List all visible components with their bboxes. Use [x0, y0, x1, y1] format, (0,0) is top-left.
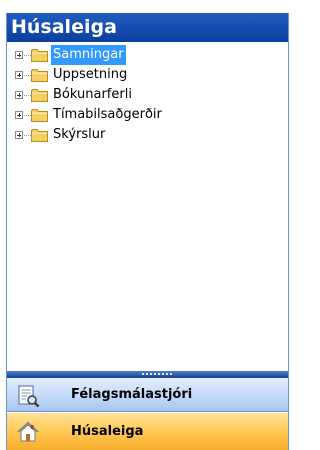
folder-icon	[31, 89, 48, 102]
tree-item-timabilsadgerdir[interactable]: Tímabilsaðgerðir	[15, 105, 275, 125]
tree-connector	[24, 75, 31, 76]
house-icon	[17, 421, 39, 442]
tree-connector	[24, 55, 31, 56]
tree-item-label[interactable]: Uppsetning	[51, 65, 129, 85]
expand-icon[interactable]	[15, 51, 23, 59]
pane-title: Húsaleiga	[11, 16, 117, 38]
tree-connector	[24, 135, 31, 136]
folder-icon	[31, 129, 48, 142]
tree-item-label[interactable]: Tímabilsaðgerðir	[51, 105, 164, 125]
tree-connector	[24, 115, 31, 116]
folder-icon	[31, 69, 48, 82]
folder-icon	[31, 49, 48, 62]
tree-item-samningar[interactable]: Samningar	[15, 45, 275, 65]
tree-item-skyrslur[interactable]: Skýrslur	[15, 125, 275, 145]
splitter-grip[interactable]	[141, 373, 173, 375]
pane-splitter[interactable]	[7, 371, 288, 378]
nav-button-label: Húsaleiga	[71, 424, 144, 439]
nav-button-husaleiga[interactable]: Húsaleiga	[7, 413, 288, 450]
tree-item-bokunarferli[interactable]: Bókunarferli	[15, 85, 275, 105]
tree-connector	[24, 95, 31, 96]
pane-header: Húsaleiga	[7, 13, 288, 42]
tree-item-label[interactable]: Bókunarferli	[51, 85, 134, 105]
nav-button-label: Félagsmálastjóri	[71, 387, 193, 402]
expand-icon[interactable]	[15, 131, 23, 139]
tree-item-label[interactable]: Samningar	[51, 45, 126, 65]
document-magnifier-icon	[18, 385, 40, 408]
tree-item-label[interactable]: Skýrslur	[51, 125, 107, 145]
expand-icon[interactable]	[15, 91, 23, 99]
folder-tree: Samningar Uppsetning Bókunarferli Tímabi…	[7, 42, 288, 371]
tree-item-uppsetning[interactable]: Uppsetning	[15, 65, 275, 85]
expand-icon[interactable]	[15, 111, 23, 119]
nav-button-felagsmalastjori[interactable]: Félagsmálastjóri	[7, 378, 288, 412]
expand-icon[interactable]	[15, 71, 23, 79]
navigation-pane: Húsaleiga Samningar Uppsetning Bókunarfe…	[6, 13, 289, 450]
folder-icon	[31, 109, 48, 122]
